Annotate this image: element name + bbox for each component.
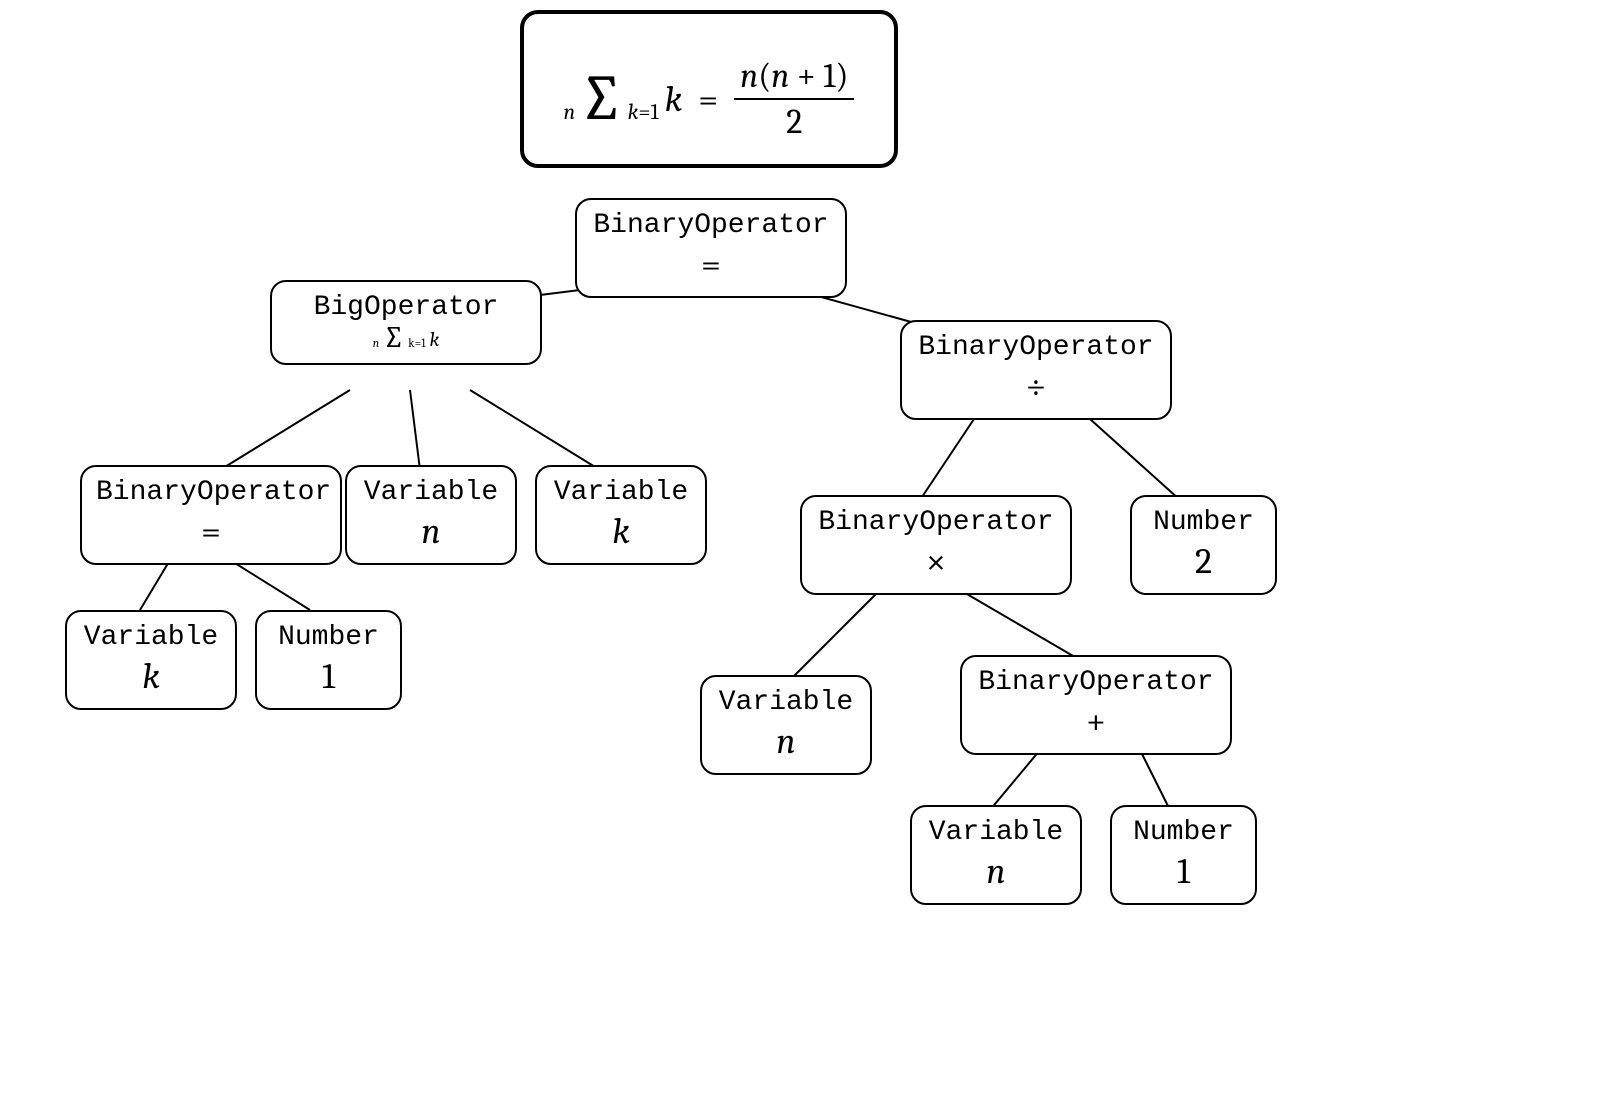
node-number-1b: Number 1 xyxy=(1110,805,1257,905)
node-divide: BinaryOperator ÷ xyxy=(900,320,1172,420)
node-equals-lower: BinaryOperator = xyxy=(80,465,342,565)
node-variable-n-3: Variable n xyxy=(910,805,1082,905)
node-variable-n-2: Variable n xyxy=(700,675,872,775)
sum-upper: n xyxy=(564,99,576,125)
node-variable-n-1: Variable n xyxy=(345,465,517,565)
node-multiply: BinaryOperator × xyxy=(800,495,1072,595)
equals-sign: = xyxy=(698,79,718,120)
sum-body: k xyxy=(665,79,683,120)
node-number-2: Number 2 xyxy=(1130,495,1277,595)
node-plus: BinaryOperator + xyxy=(960,655,1232,755)
diagram-canvas: n ∑ k=1 k = n(n + 1) 2 BinaryOperator = … xyxy=(0,0,1600,1107)
node-bigoperator: BigOperator n ∑ k=1 k xyxy=(270,280,542,365)
fraction: n(n + 1) 2 xyxy=(734,56,854,142)
sigma-symbol: n ∑ k=1 xyxy=(564,73,659,124)
node-root-equals: BinaryOperator = xyxy=(575,198,847,298)
formula-box: n ∑ k=1 k = n(n + 1) 2 xyxy=(520,10,898,168)
node-variable-k-1: Variable k xyxy=(535,465,707,565)
node-number-1a: Number 1 xyxy=(255,610,402,710)
node-variable-k-2: Variable k xyxy=(65,610,237,710)
sum-lower-k: k xyxy=(628,99,639,125)
